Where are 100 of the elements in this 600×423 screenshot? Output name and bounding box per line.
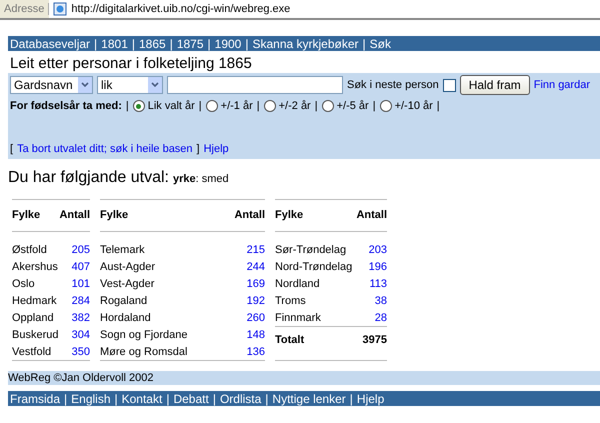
footer-link[interactable]: Hjelp [356,392,384,406]
separator: | [350,392,353,406]
caret-icon [78,77,92,93]
count-link[interactable]: 350 [59,343,90,360]
separator: | [265,392,268,406]
column-header: Antall [222,200,265,232]
table-cell-text: Nord-Trøndelag [275,260,354,274]
column-header: Antall [59,200,90,232]
birth-year-label: For fødselsår ta med: [10,100,122,112]
count-link[interactable]: 38 [355,292,387,309]
separator: | [170,36,173,50]
table-cell-text: Akershus [12,260,59,274]
checkbox[interactable] [442,78,456,92]
footer-link[interactable]: Kontakt [122,392,162,406]
separator: | [64,392,68,406]
table-cell-text: Rogaland [100,294,148,308]
nav-link[interactable]: Søk [370,36,391,50]
selection-value: yrke: smed [172,173,229,185]
nav-link[interactable]: 1875 [176,36,204,50]
match-select[interactable]: lik [97,76,163,94]
find-farms-link[interactable]: Finn gardar [534,79,590,91]
separator: | [362,36,366,50]
count-link[interactable]: 205 [59,232,90,258]
footer-link[interactable]: English [71,392,110,406]
separator: | [245,36,248,50]
nav-link[interactable]: Skanna kyrkjebøker [252,36,359,50]
column-header: Antall [355,200,387,232]
separator: | [126,100,129,112]
separator: | [166,392,170,406]
table-cell-text: Troms [275,294,307,308]
separator: | [314,100,318,112]
nav-link[interactable]: 1900 [214,36,242,50]
selection-heading: Du har følgjande utval: [8,169,169,187]
clear-selection-link[interactable]: Ta bort utvalet ditt; søk i heile basen [17,143,193,155]
table-cell: Telemark [100,232,222,258]
count-link[interactable]: 192 [222,292,265,309]
bracket: [ [10,143,14,155]
count-link[interactable]: 304 [59,326,90,343]
footer-link[interactable]: Nyttige lenker [272,392,346,406]
separator: | [208,36,211,50]
count-link[interactable]: 284 [59,292,90,309]
caret-icon [148,77,162,93]
column-header: Fylke [12,200,60,232]
address-field[interactable]: http://digitalarkivet.uib.no/cgi-win/webreg.exe [49,0,600,18]
count-link[interactable]: 260 [222,309,265,326]
separator: | [212,392,216,406]
count-link[interactable]: 203 [355,232,387,258]
count-link[interactable]: 113 [355,275,387,292]
separator: | [372,100,376,112]
column-header: Fylke [100,200,222,232]
table-cell-text: Sogn og Fjordane [100,328,188,342]
table-cell-text: Buskerud [12,328,60,342]
count-link[interactable]: 28 [355,309,387,326]
search-field[interactable] [167,76,343,94]
bracket: ] [196,143,200,155]
count-link[interactable]: 101 [59,275,90,292]
table-cell-text: Oslo [12,276,36,292]
page-title: Leit etter personar i folketeljing 1865 [9,54,253,73]
count-link[interactable]: 407 [59,258,90,275]
help-link[interactable]: Hjelp [204,143,229,155]
radio-option[interactable]: +/-5 år [322,100,369,112]
table-cell-text: Nordland [275,276,321,292]
separator: | [198,100,202,112]
nav-link[interactable]: Databaseveljar [10,36,90,50]
total-cell: Totalt [275,326,356,360]
separator: | [256,100,260,112]
total-cell: 3975 [355,326,387,360]
footer-link[interactable]: Debatt [173,392,209,406]
separator: | [436,100,440,112]
table-cell-text: Aust-Agder [100,260,156,274]
radio-option[interactable]: +/-2 år [264,100,311,112]
table-cell-text: Vest-Agder [100,276,156,292]
count-link[interactable]: 215 [222,232,265,258]
separator: | [94,36,98,50]
table-cell: Møre og Romsdal [100,343,222,360]
count-link[interactable]: 148 [222,326,265,343]
separator: | [132,36,135,50]
field-select[interactable]: Gardsnavn [10,76,93,94]
table-cell: Vestfold [12,343,60,360]
count-link[interactable]: 382 [59,309,90,326]
count-link[interactable]: 244 [222,258,265,275]
credit-text: WebReg ©Jan Oldervoll 2002 [8,372,154,384]
radio-option[interactable]: Lik valt år [132,100,195,112]
count-link[interactable]: 169 [222,275,265,292]
footer-link[interactable]: Ordlista [220,392,262,406]
count-link[interactable]: 136 [222,343,265,360]
table-cell-text: Hordaland [100,310,152,326]
separator: | [114,392,118,406]
nav-link[interactable]: 1801 [101,36,128,50]
nav-link[interactable]: 1865 [139,36,166,50]
radio-option[interactable]: +/-1 år [206,100,253,112]
table-cell: Finnmark [275,309,356,326]
page-icon [53,2,68,16]
footer-link[interactable]: Framsida [10,392,60,406]
table-cell-text: Hedmark [12,294,58,308]
table-cell-text: Oppland [12,310,55,326]
count-link[interactable]: 196 [355,258,387,275]
checkbox-label: Søk i neste person [347,79,439,91]
radio-option[interactable]: +/-10 år [380,100,433,112]
continue-button[interactable]: Hald fram [460,75,530,95]
